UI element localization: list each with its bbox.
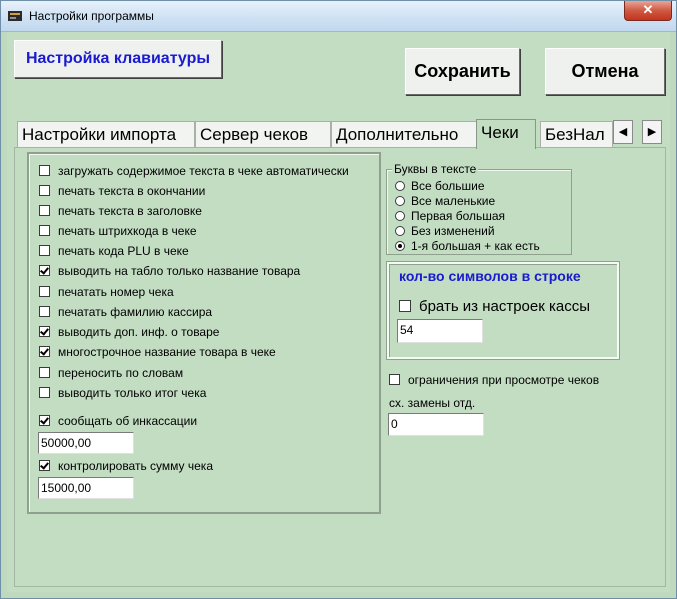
radio-first-upper[interactable]: Первая большая	[395, 209, 505, 223]
option-total-only[interactable]: выводить только итог чека	[39, 386, 206, 404]
option-display-name-only[interactable]: выводить на табло только название товара	[39, 264, 300, 282]
tab-additional[interactable]: Дополнительно	[331, 121, 477, 147]
tab-scroll-left-icon[interactable]: ◀	[613, 120, 633, 144]
option-label: многострочное название товара в чеке	[58, 345, 276, 359]
radio-label: 1-я большая + как есть	[411, 239, 540, 253]
checkbox[interactable]	[39, 245, 50, 256]
radio-button[interactable]	[395, 196, 405, 206]
checkbox[interactable]	[39, 306, 50, 317]
checkbox[interactable]	[39, 265, 50, 276]
checkbox[interactable]	[39, 346, 50, 357]
encashment-amount-input[interactable]: 50000,00	[38, 432, 134, 454]
radio-no-change[interactable]: Без изменений	[395, 224, 495, 238]
option-label: выводить доп. инф. о товаре	[58, 325, 220, 339]
client-area: Настройка клавиатуры Сохранить Отмена На…	[7, 32, 670, 592]
checkbox[interactable]	[39, 165, 50, 176]
title-bar: Настройки программы ✕	[1, 1, 676, 32]
checkbox[interactable]	[39, 185, 50, 196]
option-label: печать текста в заголовке	[58, 204, 202, 218]
checkbox[interactable]	[39, 387, 50, 398]
cancel-button[interactable]: Отмена	[545, 48, 665, 95]
option-take-from-cash-settings[interactable]: брать из настроек кассы	[399, 298, 590, 316]
option-view-restrictions[interactable]: ограничения при просмотре чеков	[389, 373, 599, 391]
settings-window: Настройки программы ✕ Настройка клавиату…	[0, 0, 677, 599]
option-print-header-text[interactable]: печать текста в заголовке	[39, 204, 202, 222]
letter-case-group: Буквы в тексте Все большие Все маленькие…	[386, 162, 572, 255]
radio-all-lower[interactable]: Все маленькие	[395, 194, 495, 208]
option-extra-product-info[interactable]: выводить доп. инф. о товаре	[39, 325, 219, 343]
option-print-footer-text[interactable]: печать текста в окончании	[39, 184, 205, 202]
radio-button[interactable]	[395, 211, 405, 221]
replacement-scheme-label: сх. замены отд.	[389, 396, 476, 410]
checkbox[interactable]	[399, 300, 411, 312]
option-print-receipt-number[interactable]: печатать номер чека	[39, 285, 174, 303]
radio-label: Все маленькие	[411, 194, 496, 208]
option-print-barcode[interactable]: печать штрихкода в чеке	[39, 224, 197, 242]
option-label: печать штрихкода в чеке	[58, 224, 197, 238]
app-icon	[8, 11, 22, 21]
option-auto-load-text[interactable]: загружать содержимое текста в чеке автом…	[39, 164, 349, 182]
tab-receipt-server[interactable]: Сервер чеков	[195, 121, 331, 147]
replacement-scheme-input[interactable]: 0	[388, 413, 484, 436]
option-multiline-name[interactable]: многострочное название товара в чеке	[39, 345, 276, 363]
radio-button[interactable]	[395, 181, 405, 191]
radio-label: Все большие	[411, 179, 485, 193]
window-title: Настройки программы	[29, 9, 154, 23]
option-label: брать из настроек кассы	[419, 298, 590, 315]
option-label: контролировать сумму чека	[58, 459, 213, 473]
radio-button[interactable]	[395, 226, 405, 236]
receipt-sum-limit-input[interactable]: 15000,00	[38, 477, 134, 499]
radio-label: Первая большая	[411, 209, 506, 223]
option-label: выводить на табло только название товара	[58, 264, 301, 278]
radio-first-upper-as-is[interactable]: 1-я большая + как есть	[395, 239, 540, 253]
close-button[interactable]: ✕	[624, 1, 672, 21]
keyboard-settings-button[interactable]: Настройка клавиатуры	[14, 40, 222, 78]
option-label: выводить только итог чека	[58, 386, 207, 400]
save-button[interactable]: Сохранить	[405, 48, 520, 95]
option-word-wrap[interactable]: переносить по словам	[39, 366, 183, 384]
option-print-cashier[interactable]: печатать фамилию кассира	[39, 305, 212, 323]
symbols-per-line-title: кол-во символов в строке	[399, 268, 581, 284]
option-label: загружать содержимое текста в чеке автом…	[58, 164, 349, 178]
option-print-plu[interactable]: печать кода PLU в чеке	[39, 244, 189, 262]
option-encashment-notify[interactable]: сообщать об инкассации	[39, 414, 197, 432]
option-label: сообщать об инкассации	[58, 414, 198, 428]
checkbox[interactable]	[39, 286, 50, 297]
tab-import-settings[interactable]: Настройки импорта	[17, 121, 195, 147]
option-label: ограничения при просмотре чеков	[408, 373, 600, 387]
checkbox[interactable]	[39, 225, 50, 236]
symbols-per-line-group: кол-во символов в строке брать из настро…	[386, 261, 620, 360]
checkbox[interactable]	[39, 460, 50, 471]
option-label: печать кода PLU в чеке	[58, 244, 189, 258]
checkbox[interactable]	[39, 205, 50, 216]
tab-scroll-right-icon[interactable]: ▶	[642, 120, 662, 144]
checkbox[interactable]	[389, 374, 400, 385]
symbols-count-input[interactable]: 54	[397, 319, 483, 343]
option-label: печать текста в окончании	[58, 184, 206, 198]
receipt-options-group: загружать содержимое текста в чеке автом…	[27, 152, 381, 514]
radio-all-upper[interactable]: Все большие	[395, 179, 485, 193]
radio-button[interactable]	[395, 241, 405, 251]
letter-case-legend: Буквы в тексте	[392, 162, 479, 176]
option-control-receipt-sum[interactable]: контролировать сумму чека	[39, 459, 213, 477]
checkbox[interactable]	[39, 415, 50, 426]
tab-receipts[interactable]: Чеки	[476, 119, 536, 149]
option-label: печатать номер чека	[58, 285, 174, 299]
radio-label: Без изменений	[411, 224, 495, 238]
checkbox[interactable]	[39, 326, 50, 337]
option-label: переносить по словам	[58, 366, 184, 380]
tab-cashless[interactable]: БезНал	[540, 121, 613, 147]
checkbox[interactable]	[39, 367, 50, 378]
option-label: печатать фамилию кассира	[58, 305, 213, 319]
